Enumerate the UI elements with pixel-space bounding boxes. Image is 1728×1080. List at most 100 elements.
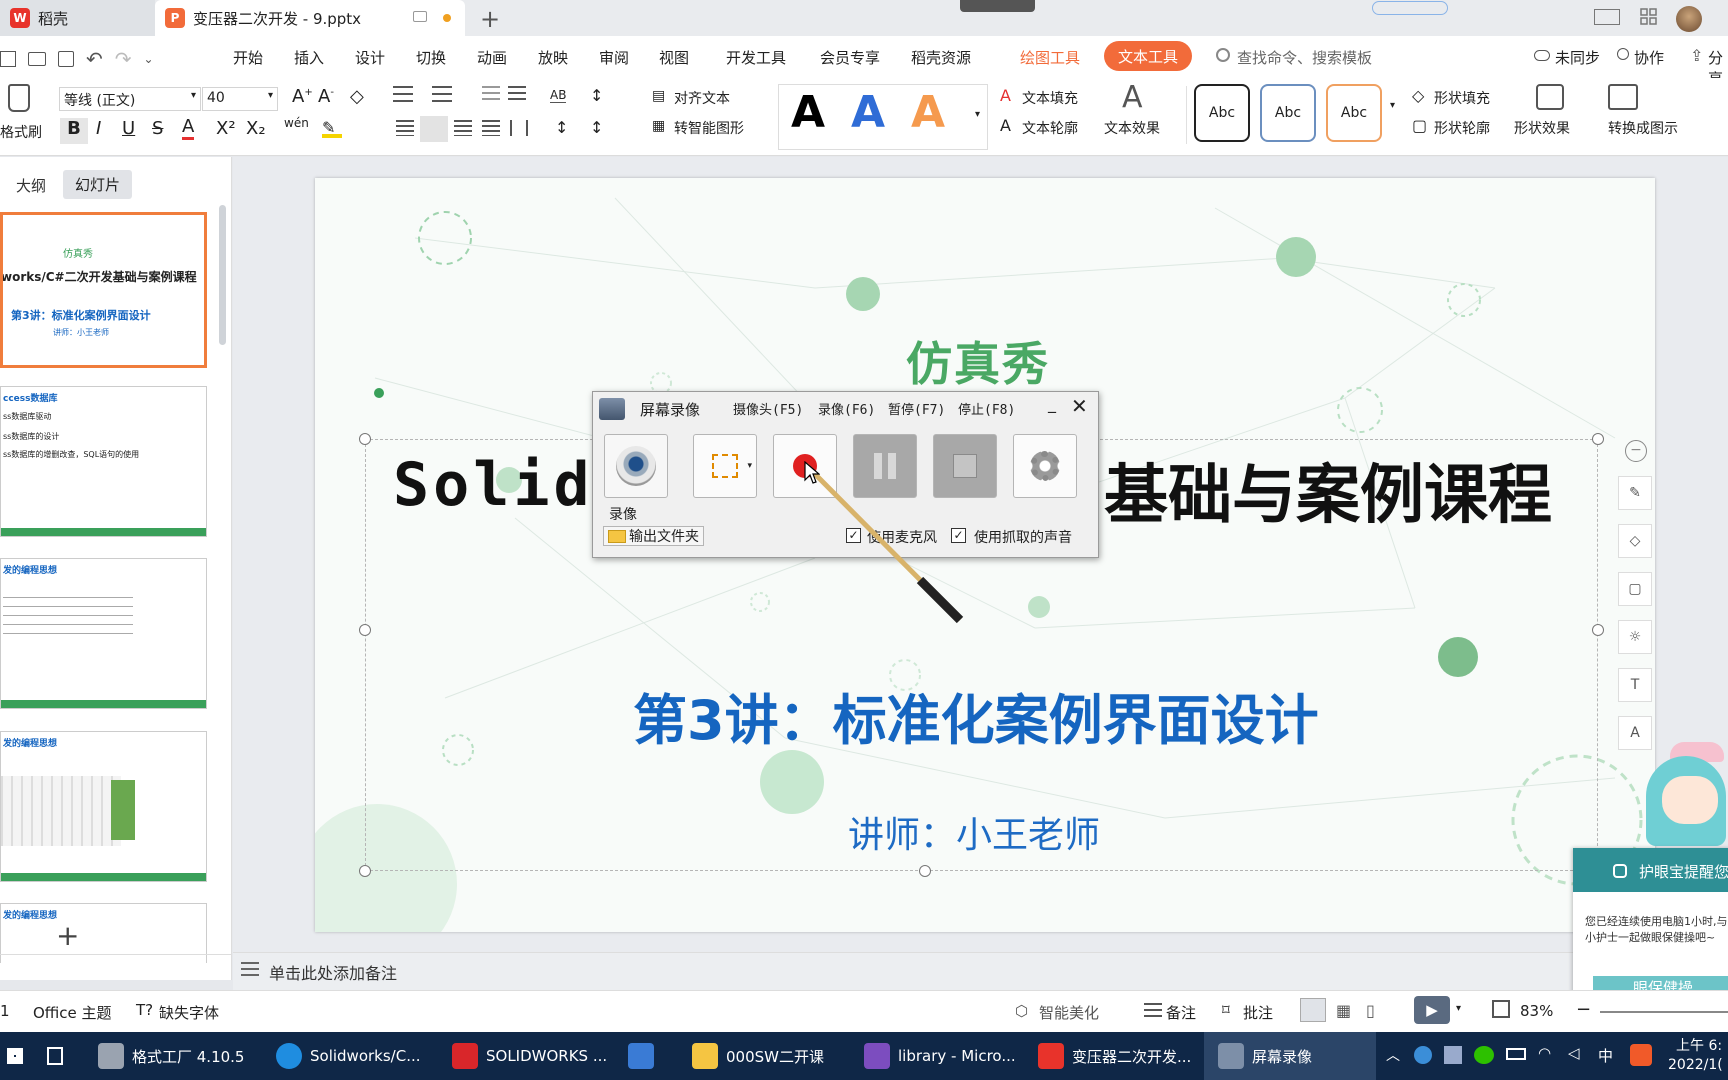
user-avatar[interactable] [1676,6,1702,32]
font-size-select[interactable]: 40 ▾ [202,87,278,111]
menu-drawing-tools[interactable]: 绘图工具 [1020,47,1080,68]
sogou-ime-icon[interactable] [1630,1044,1652,1066]
wifi-icon[interactable]: ◠ [1538,1044,1551,1062]
taskbar-screen-recorder[interactable]: 屏幕录像 [1204,1032,1376,1080]
tab-document[interactable]: P 变压器二次开发 - 9.pptx [155,0,465,36]
start-button[interactable] [0,1032,30,1080]
region-select-button[interactable]: ▾ [693,434,757,498]
missing-font-button[interactable]: 缺失字体 [159,1002,219,1023]
taskbar-visual-studio[interactable]: library - Micro... [864,1032,1016,1080]
zoom-out-button[interactable]: − [1576,999,1591,1020]
search-pill[interactable] [1372,1,1448,15]
taskbar-solidworks[interactable]: SOLIDWORKS ... [452,1032,607,1080]
shape-gallery-more-icon[interactable]: ▾ [1390,100,1395,111]
increase-indent-icon[interactable] [508,86,526,104]
subscript-icon[interactable]: X₂ [246,118,266,139]
zoom-slider[interactable] [1600,1011,1728,1013]
format-painter-button[interactable]: 格式刷 [0,122,42,142]
redo-icon[interactable]: ↷ [115,47,132,71]
theme-name[interactable]: Office 主题 [33,1002,112,1023]
show-hidden-icons[interactable]: ︿ [1386,1045,1400,1065]
collapse-icon[interactable]: − [1625,440,1647,462]
tab-outline[interactable]: 大纲 [16,175,46,196]
phonetic-guide-icon[interactable]: wén [284,116,309,130]
share-icon[interactable]: ⇪ [1690,46,1703,65]
menu-member[interactable]: 会员专享 [820,47,880,68]
justify-icon[interactable] [482,120,500,136]
monitor-icon[interactable] [413,11,427,22]
comment-button[interactable]: 批注 [1243,1002,1273,1023]
pen-icon[interactable]: ✎ [1618,476,1652,510]
menu-stop[interactable]: 停止(F8) [958,399,1015,418]
normal-view-icon[interactable] [1300,998,1326,1022]
undo-icon[interactable]: ↶ [86,47,103,71]
grid-apps-icon[interactable] [1640,8,1658,26]
bullets-icon[interactable] [393,86,413,104]
print-icon[interactable] [28,52,46,66]
text-style-orange[interactable]: A [911,87,945,138]
clock-time[interactable]: 上午 6: [1676,1035,1722,1055]
wechat-icon[interactable] [1474,1046,1494,1064]
menu-camera[interactable]: 摄像头(F5) [733,399,803,418]
collab-button[interactable]: 协作 [1634,47,1664,68]
paragraph-spacing-icon[interactable]: ↕ [555,118,568,137]
ime-indicator[interactable]: 中 [1598,1045,1613,1066]
tray-app-icon[interactable] [1444,1046,1462,1064]
menu-pause[interactable]: 暂停(F7) [888,399,945,418]
selection-handle[interactable] [1592,433,1604,445]
distribute-icon[interactable] [510,120,528,136]
minimize-button[interactable]: _ [1048,394,1056,413]
shape-style-blue[interactable]: Abc [1260,84,1316,142]
selection-handle[interactable] [919,865,931,877]
frame-icon[interactable]: ▢ [1618,572,1652,606]
highlight-icon[interactable]: ✎ [322,118,342,138]
menu-view[interactable]: 视图 [659,47,689,68]
use-capture-sound-label[interactable]: 使用抓取的声音 [974,527,1072,547]
text-style-blue[interactable]: A [851,87,885,138]
menu-start[interactable]: 开始 [233,47,263,68]
menu-transition[interactable]: 切换 [416,47,446,68]
shape-fill-button[interactable]: 形状填充 [1434,88,1490,108]
new-tab-button[interactable]: + [480,5,500,33]
window-layout-icon[interactable] [1594,9,1620,25]
add-slide-button[interactable]: + [56,919,79,952]
menu-record[interactable]: 录像(F6) [818,399,875,418]
tab-slides[interactable]: 幻灯片 [63,170,133,199]
taskbar-ie-solidworks[interactable]: Solidworks/C... [276,1032,421,1080]
collab-icon[interactable] [1617,48,1629,60]
slide-brand-logo[interactable]: 仿真秀 [906,328,1050,394]
selection-handle[interactable] [359,865,371,877]
play-options-icon[interactable]: ▾ [1456,1003,1461,1014]
menu-review[interactable]: 审阅 [599,47,629,68]
output-folder-button[interactable]: 输出文件夹 [603,526,704,546]
slide-subtitle[interactable]: 第3讲：标准化案例界面设计 [633,676,1319,755]
numbering-icon[interactable] [432,86,452,104]
slide-thumbnail-1[interactable]: 仿真秀 works/C#二次开发基础与案例课程 第3讲：标准化案例界面设计 讲师… [0,212,207,368]
italic-icon[interactable]: I [96,118,101,139]
camera-button[interactable] [604,434,668,498]
shape-style-black[interactable]: Abc [1194,84,1250,142]
lightbulb-icon[interactable]: ☼ [1618,620,1652,654]
column-spacing-icon[interactable]: ↕ [590,118,603,137]
tab-docer-home[interactable]: W 稻壳 [0,0,155,36]
menu-insert[interactable]: 插入 [294,47,324,68]
line-spacing-icon[interactable]: ↕ [590,86,603,105]
smart-beautify-button[interactable]: 智能美化 [1039,1002,1099,1023]
taskbar-feishu[interactable] [628,1032,662,1080]
selection-handle[interactable] [1592,624,1604,636]
menu-design[interactable]: 设计 [355,47,385,68]
text-style-black[interactable]: A [791,87,825,138]
tray-app-icon[interactable] [1414,1046,1432,1064]
taskbar-format-factory[interactable]: 格式工厂 4.10.5 [98,1032,244,1080]
shape-style-orange[interactable]: Abc [1326,84,1382,142]
notes-pane[interactable]: 单击此处添加备注 [233,952,1728,990]
superscript-icon[interactable]: X² [216,118,236,139]
volume-icon[interactable]: ◁ [1568,1044,1580,1062]
fit-window-icon[interactable] [1492,1000,1510,1018]
zoom-level[interactable]: 83% [1520,1002,1553,1020]
slide-thumbnail-4[interactable]: 发的编程思想 [0,731,207,882]
panel-scrollbar[interactable] [219,205,226,345]
underline-icon[interactable]: U [122,118,135,139]
grow-font-icon[interactable]: A+ [292,86,313,107]
selection-handle[interactable] [359,624,371,636]
